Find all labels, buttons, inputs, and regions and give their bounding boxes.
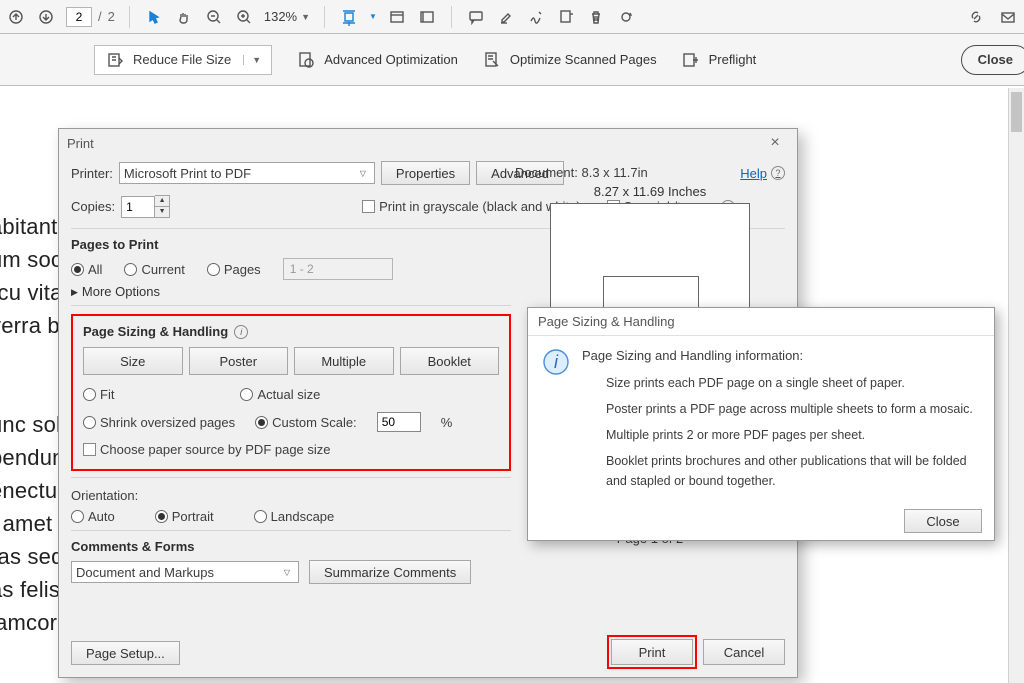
popup-heading: Page Sizing and Handling information:: [582, 348, 980, 363]
pages-range-input: [283, 258, 393, 280]
page-current-input[interactable]: [66, 7, 92, 27]
page-setup-button[interactable]: Page Setup...: [71, 641, 180, 665]
pointer-tool-icon[interactable]: [144, 7, 164, 27]
advanced-opt-icon: [296, 50, 316, 70]
optimize-scanned-button[interactable]: Optimize Scanned Pages: [482, 50, 657, 70]
read-mode-icon[interactable]: [417, 7, 437, 27]
tab-multiple-button[interactable]: Multiple: [294, 347, 394, 375]
zoom-select[interactable]: 132% ▼: [264, 9, 310, 24]
dropdown-caret-icon[interactable]: ▼: [243, 55, 261, 65]
sign-icon[interactable]: [526, 7, 546, 27]
reduce-icon: [105, 50, 125, 70]
next-page-icon[interactable]: [36, 7, 56, 27]
copies-label: Copies:: [71, 199, 115, 214]
document-dim-label: Document: 8.3 x 11.7in: [515, 165, 785, 180]
tab-size-button[interactable]: Size: [83, 347, 183, 375]
actual-size-radio[interactable]: Actual size: [240, 387, 320, 402]
close-panel-button[interactable]: Close: [961, 45, 1024, 75]
vertical-scrollbar[interactable]: [1008, 88, 1024, 683]
zoom-in-icon[interactable]: [234, 7, 254, 27]
prev-page-icon[interactable]: [6, 7, 26, 27]
shrink-radio[interactable]: Shrink oversized pages: [83, 415, 235, 430]
paper-source-checkbox[interactable]: Choose paper source by PDF page size: [83, 442, 331, 457]
orient-landscape-radio[interactable]: Landscape: [254, 509, 335, 524]
cancel-button[interactable]: Cancel: [703, 639, 785, 665]
pages-current-radio[interactable]: Current: [124, 262, 184, 277]
orientation-label: Orientation:: [71, 488, 511, 503]
pages-range-radio[interactable]: Pages: [207, 262, 261, 277]
tab-poster-button[interactable]: Poster: [189, 347, 289, 375]
properties-button[interactable]: Properties: [381, 161, 470, 185]
custom-scale-input[interactable]: [377, 412, 421, 432]
dialog-titlebar: Print ×: [59, 129, 797, 157]
info-large-icon: i: [542, 348, 570, 376]
preflight-icon: [681, 50, 701, 70]
printer-select[interactable]: Microsoft Print to PDF▽: [119, 162, 375, 184]
tab-booklet-button[interactable]: Booklet: [400, 347, 500, 375]
scan-icon: [482, 50, 502, 70]
zoom-out-icon[interactable]: [204, 7, 224, 27]
rotate-icon[interactable]: [616, 7, 636, 27]
popup-line-multiple: Multiple prints 2 or more PDF pages per …: [606, 425, 980, 445]
secondary-toolbar: Reduce File Size ▼ Advanced Optimization…: [0, 34, 1024, 86]
custom-scale-radio[interactable]: Custom Scale:: [255, 415, 357, 430]
link-icon[interactable]: [966, 7, 986, 27]
page-nav: / 2: [66, 7, 115, 27]
popup-titlebar: Page Sizing & Handling: [528, 308, 994, 336]
sizing-info-icon[interactable]: i: [234, 325, 248, 339]
more-options-toggle[interactable]: ▶More Options: [71, 284, 511, 299]
printer-label: Printer:: [71, 166, 113, 181]
email-icon[interactable]: [998, 7, 1018, 27]
summarize-comments-button[interactable]: Summarize Comments: [309, 560, 471, 584]
comment-icon[interactable]: [466, 7, 486, 27]
comments-section-title: Comments & Forms: [71, 539, 511, 554]
popup-line-poster: Poster prints a PDF page across multiple…: [606, 399, 980, 419]
copies-stepper[interactable]: ▲▼: [121, 195, 170, 218]
dialog-title: Print: [67, 136, 94, 151]
info-popup: Page Sizing & Handling i Page Sizing and…: [527, 307, 995, 541]
advanced-optimization-button[interactable]: Advanced Optimization: [296, 50, 458, 70]
preflight-button[interactable]: Preflight: [681, 50, 757, 70]
preview-dim-label: 8.27 x 11.69 Inches: [515, 184, 785, 199]
page-total-label: 2: [108, 9, 115, 24]
reduce-file-size-button[interactable]: Reduce File Size ▼: [94, 45, 272, 75]
highlight-icon[interactable]: [496, 7, 516, 27]
sizing-title: Page Sizing & Handling: [83, 324, 228, 339]
comments-select[interactable]: Document and Markups▽: [71, 561, 299, 583]
pages-all-radio[interactable]: All: [71, 262, 102, 277]
popup-line-size: Size prints each PDF page on a single sh…: [606, 373, 980, 393]
stamp-icon[interactable]: [556, 7, 576, 27]
popup-line-booklet: Booklet prints brochures and other publi…: [606, 451, 980, 491]
popup-close-button[interactable]: Close: [904, 509, 982, 533]
page-sizing-section: Page Sizing & Handling i Size Poster Mul…: [71, 314, 511, 471]
print-button[interactable]: Print: [611, 639, 693, 665]
orient-auto-radio[interactable]: Auto: [71, 509, 115, 524]
page-display-icon[interactable]: [387, 7, 407, 27]
hand-tool-icon[interactable]: [174, 7, 194, 27]
fit-radio[interactable]: Fit: [83, 387, 114, 402]
pages-section-title: Pages to Print: [71, 237, 511, 252]
close-icon[interactable]: ×: [761, 134, 789, 152]
delete-icon[interactable]: [586, 7, 606, 27]
orient-portrait-radio[interactable]: Portrait: [155, 509, 214, 524]
fit-width-icon[interactable]: [339, 7, 359, 27]
top-toolbar: / 2 132% ▼ ▼: [0, 0, 1024, 34]
